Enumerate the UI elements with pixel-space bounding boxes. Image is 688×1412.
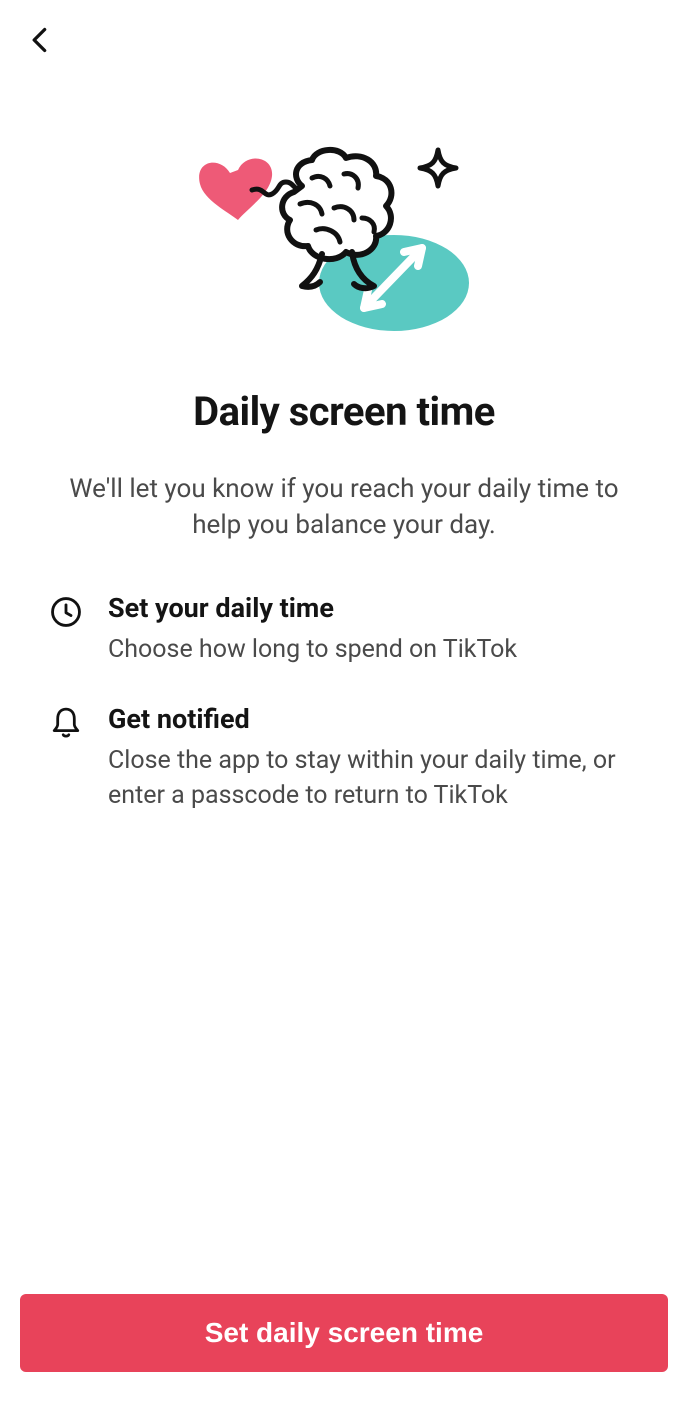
feature-desc: Close the app to stay within your daily …: [108, 743, 640, 813]
clock-icon: [48, 594, 84, 630]
brain-heart-sparkle-illustration: [194, 138, 494, 348]
hero-illustration: [48, 138, 640, 348]
back-button[interactable]: [16, 16, 64, 64]
set-daily-screen-time-button[interactable]: Set daily screen time: [20, 1294, 668, 1372]
cta-container: Set daily screen time: [0, 1294, 688, 1372]
page-subtitle: We'll let you know if you reach your dai…: [48, 471, 640, 544]
feature-title: Set your daily time: [108, 592, 640, 624]
feature-text: Set your daily time Choose how long to s…: [108, 592, 640, 667]
feature-set-daily-time: Set your daily time Choose how long to s…: [48, 592, 640, 667]
bell-icon: [48, 705, 84, 741]
feature-desc: Choose how long to spend on TikTok: [108, 632, 640, 667]
back-icon: [26, 24, 54, 56]
header: [0, 0, 688, 80]
page-title: Daily screen time: [48, 388, 640, 435]
feature-text: Get notified Close the app to stay withi…: [108, 703, 640, 813]
feature-list: Set your daily time Choose how long to s…: [48, 592, 640, 849]
feature-title: Get notified: [108, 703, 640, 735]
feature-get-notified: Get notified Close the app to stay withi…: [48, 703, 640, 813]
main-content: Daily screen time We'll let you know if …: [0, 80, 688, 849]
